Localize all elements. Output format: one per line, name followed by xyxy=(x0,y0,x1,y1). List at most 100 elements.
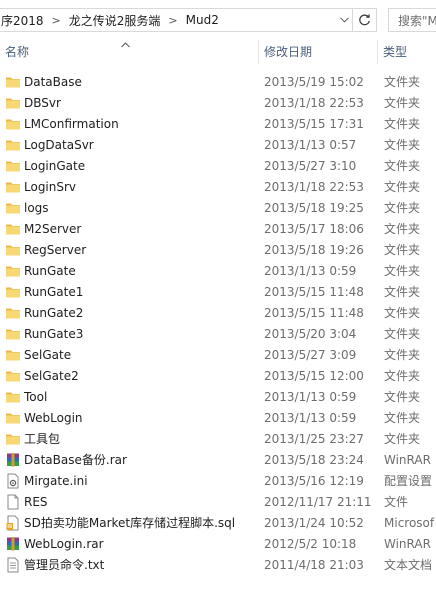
file-date: 2013/1/25 23:27 xyxy=(264,432,364,446)
file-date: 2013/5/16 12:19 xyxy=(264,474,364,488)
folder-icon xyxy=(5,158,21,174)
file-date: 2013/5/15 12:00 xyxy=(264,369,364,383)
file-type: 文件夹 xyxy=(384,390,421,404)
folder-icon xyxy=(5,305,21,321)
folder-icon xyxy=(5,242,21,258)
column-divider[interactable] xyxy=(258,40,259,64)
file-row[interactable]: DataBase备份.rar 2013/5/18 23:24 WinRAR xyxy=(0,450,436,471)
file-row[interactable]: RunGate2 2013/5/15 11:48 文件夹 xyxy=(0,303,436,324)
file-type: 文件夹 xyxy=(384,285,421,299)
winrar-icon xyxy=(5,536,21,552)
folder-icon xyxy=(5,389,21,405)
file-name: LoginGate xyxy=(24,159,86,173)
refresh-icon xyxy=(359,13,370,25)
file-date: 2013/5/15 17:31 xyxy=(264,117,364,131)
file-row[interactable]: DBSvr 2013/1/18 22:53 文件夹 xyxy=(0,93,436,114)
file-row[interactable]: SelGate2 2013/5/15 12:00 文件夹 xyxy=(0,366,436,387)
file-type: 文件夹 xyxy=(384,369,421,383)
file-name: DataBase xyxy=(24,75,82,89)
column-divider[interactable] xyxy=(377,40,378,64)
address-bar[interactable]: 序2018 > 龙之传说2服务端 > Mud2 xyxy=(0,8,353,32)
file-row[interactable]: LMConfirmation 2013/5/15 17:31 文件夹 xyxy=(0,114,436,135)
file-name: SD拍卖功能Market库存储过程脚本.sql xyxy=(24,516,236,530)
search-input[interactable]: 搜索"M xyxy=(388,8,436,32)
file-type: 文件夹 xyxy=(384,264,421,278)
file-name: RunGate2 xyxy=(24,306,84,320)
file-row[interactable]: RunGate3 2013/5/20 3:04 文件夹 xyxy=(0,324,436,345)
file-row[interactable]: SelGate 2013/5/27 3:09 文件夹 xyxy=(0,345,436,366)
folder-icon xyxy=(5,368,21,384)
address-bar-row: 序2018 > 龙之传说2服务端 > Mud2 搜索"M xyxy=(0,0,436,40)
file-row[interactable]: RES 2012/11/17 21:11 文件 xyxy=(0,492,436,513)
file-name: LoginSrv xyxy=(24,180,77,194)
file-name: RunGate xyxy=(24,264,76,278)
file-name: DBSvr xyxy=(24,96,61,110)
file-row[interactable]: Mirgate.ini 2013/5/16 12:19 配置设置 xyxy=(0,471,436,492)
file-date: 2013/1/13 0:59 xyxy=(264,390,357,404)
address-history-chevron-down-icon[interactable] xyxy=(335,8,353,32)
file-icon xyxy=(5,494,21,510)
file-type: 文件 xyxy=(384,495,409,509)
file-row[interactable]: 工具包 2013/1/25 23:27 文件夹 xyxy=(0,429,436,450)
file-type: 文件夹 xyxy=(384,306,421,320)
file-row[interactable]: LoginGate 2013/5/27 3:10 文件夹 xyxy=(0,156,436,177)
file-name: WebLogin.rar xyxy=(24,537,104,551)
file-date: 2013/1/18 22:53 xyxy=(264,180,364,194)
file-type: 文件夹 xyxy=(384,432,421,446)
file-row[interactable]: logs 2013/5/18 19:25 文件夹 xyxy=(0,198,436,219)
file-name: LMConfirmation xyxy=(24,117,119,131)
file-date: 2013/5/19 15:02 xyxy=(264,75,364,89)
file-row[interactable]: SD拍卖功能Market库存储过程脚本.sql 2013/1/24 10:52 Mi… xyxy=(0,513,436,534)
breadcrumb-item[interactable]: 序2018 xyxy=(0,12,46,29)
file-name: 工具包 xyxy=(24,432,61,446)
file-type: 文件夹 xyxy=(384,201,421,215)
file-type: 文件夹 xyxy=(384,117,421,131)
winrar-icon xyxy=(5,452,21,468)
file-type: 配置设置 xyxy=(384,474,433,488)
breadcrumb-item[interactable]: 龙之传说2服务端 xyxy=(67,12,163,29)
column-header-name[interactable]: 名称 xyxy=(5,40,29,64)
file-row[interactable]: WebLogin.rar 2012/5/2 10:18 WinRAR xyxy=(0,534,436,555)
file-row[interactable]: LogDataSvr 2013/1/13 0:57 文件夹 xyxy=(0,135,436,156)
file-type: 文件夹 xyxy=(384,75,421,89)
file-name: RunGate1 xyxy=(24,285,84,299)
file-date: 2013/5/20 3:04 xyxy=(264,327,357,341)
file-type: 文件夹 xyxy=(384,96,421,110)
file-date: 2013/5/27 3:09 xyxy=(264,348,357,362)
file-row[interactable]: DataBase 2013/5/19 15:02 文件夹 xyxy=(0,72,436,93)
file-row[interactable]: RunGate1 2013/5/15 11:48 文件夹 xyxy=(0,282,436,303)
file-name: RunGate3 xyxy=(24,327,84,341)
folder-icon xyxy=(5,326,21,342)
folder-icon xyxy=(5,431,21,447)
file-row[interactable]: Tool 2013/1/13 0:59 文件夹 xyxy=(0,387,436,408)
sql-icon xyxy=(5,515,21,531)
file-type: 文件夹 xyxy=(384,243,421,257)
file-name: SelGate2 xyxy=(24,369,79,383)
folder-icon xyxy=(5,347,21,363)
file-row[interactable]: RunGate 2013/1/13 0:59 文件夹 xyxy=(0,261,436,282)
column-header-type[interactable]: 类型 xyxy=(383,40,407,64)
file-type: WinRAR xyxy=(384,453,431,467)
column-header-date[interactable]: 修改日期 xyxy=(264,40,312,64)
file-row[interactable]: WebLogin 2013/1/13 0:59 文件夹 xyxy=(0,408,436,429)
folder-icon xyxy=(5,74,21,90)
file-row[interactable]: RegServer 2013/5/18 19:26 文件夹 xyxy=(0,240,436,261)
file-row[interactable]: LoginSrv 2013/1/18 22:53 文件夹 xyxy=(0,177,436,198)
refresh-button[interactable] xyxy=(353,8,377,32)
file-name: SelGate xyxy=(24,348,72,362)
file-row[interactable]: 管理员命令.txt 2011/4/18 21:03 文本文档 xyxy=(0,555,436,576)
file-row[interactable]: M2Server 2013/5/17 18:06 文件夹 xyxy=(0,219,436,240)
file-type: 文件夹 xyxy=(384,348,421,362)
file-type: 文件夹 xyxy=(384,180,421,194)
file-name: Mirgate.ini xyxy=(24,474,88,488)
file-name: M2Server xyxy=(24,222,82,236)
file-date: 2013/1/13 0:59 xyxy=(264,411,357,425)
breadcrumb-item[interactable]: Mud2 xyxy=(184,13,221,27)
file-date: 2013/5/15 11:48 xyxy=(264,306,364,320)
breadcrumb-separator-icon[interactable]: > xyxy=(46,14,67,27)
file-date: 2013/5/17 18:06 xyxy=(264,222,364,236)
file-name: DataBase备份.rar xyxy=(24,453,127,467)
file-type: 文件夹 xyxy=(384,222,421,236)
breadcrumb-separator-icon[interactable]: > xyxy=(162,14,183,27)
file-date: 2013/5/15 11:48 xyxy=(264,285,364,299)
